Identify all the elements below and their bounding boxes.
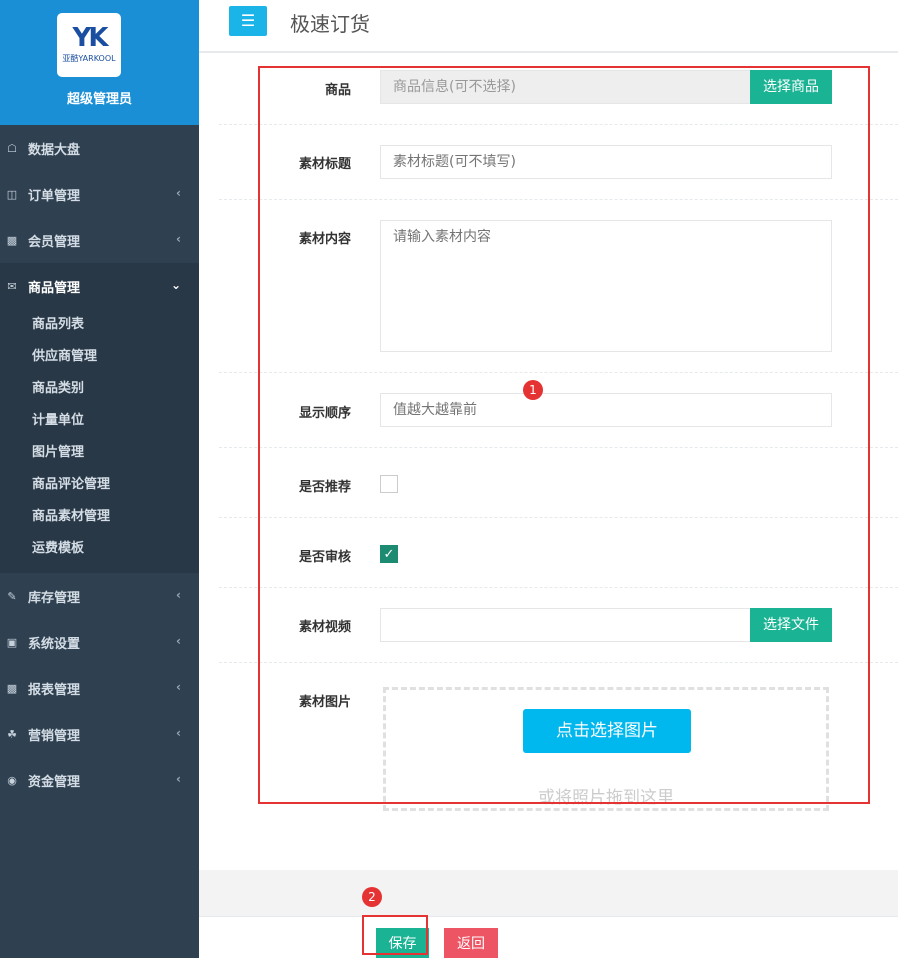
title-input[interactable] — [380, 145, 832, 179]
page-title: 极速订货 — [290, 12, 370, 36]
user-name[interactable]: 超级管理员 — [0, 88, 199, 107]
chevron-left-icon: ‹ — [176, 588, 181, 602]
form-row-content: 素材内容 — [219, 200, 898, 373]
save-button[interactable]: 保存 — [376, 928, 429, 958]
logo-mark: YK — [72, 23, 109, 53]
sidebar-item-dashboard[interactable]: ☖ 数据大盘 — [0, 125, 199, 171]
audit-label: 是否审核 — [298, 550, 351, 565]
submenu-item-shipping[interactable]: 运费模板 — [0, 533, 199, 565]
sidebar-item-settings[interactable]: ▣ 系统设置 ‹ — [0, 619, 199, 665]
recommend-checkbox[interactable] — [380, 475, 398, 493]
sidebar-item-members[interactable]: ▩ 会员管理 ‹ — [0, 217, 199, 263]
form-row-title: 素材标题 — [219, 125, 898, 200]
submenu-item-product-list[interactable]: 商品列表 — [0, 309, 199, 341]
video-input[interactable] — [380, 608, 751, 642]
audit-checkbox[interactable]: ✓ — [380, 545, 398, 563]
monitor-icon: ▣ — [6, 635, 18, 649]
order-label: 显示顺序 — [298, 406, 351, 421]
submenu-item-reviews[interactable]: 商品评论管理 — [0, 469, 199, 501]
cutlery-icon: ☘ — [7, 727, 17, 741]
sidebar-item-label: 营销管理 — [28, 728, 81, 744]
edit-icon: ✎ — [7, 589, 17, 603]
drop-hint: 或将照片拖到这里 — [538, 788, 674, 808]
form-row-video: 素材视频 选择文件 — [219, 588, 898, 663]
product-label: 商品 — [324, 83, 351, 98]
select-product-button[interactable]: 选择商品 — [750, 70, 832, 104]
form-row-product: 商品 商品信息(可不选择) 选择商品 — [219, 55, 898, 125]
annotation-badge-2: 2 — [362, 887, 382, 907]
recommend-label: 是否推荐 — [298, 480, 351, 495]
chevron-left-icon: ‹ — [176, 634, 181, 648]
top-bar: ☰ 极速订货 — [199, 0, 898, 53]
submenu-item-images[interactable]: 图片管理 — [0, 437, 199, 469]
submenu-item-materials[interactable]: 商品素材管理 — [0, 501, 199, 533]
submenu-item-categories[interactable]: 商品类别 — [0, 373, 199, 405]
sidebar-item-marketing[interactable]: ☘ 营销管理 ‹ — [0, 711, 199, 757]
sidebar-item-inventory[interactable]: ✎ 库存管理 ‹ — [0, 573, 199, 619]
sidebar-item-label: 数据大盘 — [28, 142, 81, 158]
annotation-badge-1: 1 — [523, 380, 543, 400]
chevron-left-icon: ‹ — [176, 680, 181, 694]
image-dropzone[interactable]: 点击选择图片 或将照片拖到这里 — [383, 687, 829, 811]
content-label: 素材内容 — [298, 232, 351, 247]
product-input[interactable]: 商品信息(可不选择) — [380, 70, 751, 104]
sidebar-item-finance[interactable]: ◉ 资金管理 ‹ — [0, 757, 199, 803]
checkmark-icon: ✓ — [383, 547, 395, 562]
sidebar-item-label: 资金管理 — [28, 774, 81, 790]
form-row-recommend: 是否推荐 — [219, 448, 898, 518]
sidebar-item-orders[interactable]: ◫ 订单管理 ‹ — [0, 171, 199, 217]
bar-chart-icon: ▩ — [6, 681, 18, 695]
submenu-item-units[interactable]: 计量单位 — [0, 405, 199, 437]
member-chart-icon: ▩ — [6, 233, 18, 247]
envelope-icon: ✉ — [7, 279, 17, 293]
brand-logo: YK 亚酷YARKOOL — [57, 13, 121, 77]
sidebar-nav: ☖ 数据大盘 ◫ 订单管理 ‹ ▩ 会员管理 ‹ ✉ 商品管理 ⌄ 商品列表 供… — [0, 125, 199, 803]
content-textarea[interactable] — [380, 220, 832, 352]
chevron-left-icon: ‹ — [176, 186, 181, 200]
logo-subtext: 亚酷YARKOOL — [62, 54, 116, 63]
footer-band — [199, 870, 898, 917]
chevron-left-icon: ‹ — [176, 726, 181, 740]
form-row-audit: 是否审核 ✓ — [219, 518, 898, 588]
profile-header: YK 亚酷YARKOOL 超级管理员 — [0, 0, 199, 125]
sidebar-item-label: 会员管理 — [28, 234, 81, 250]
title-label: 素材标题 — [298, 157, 351, 172]
sidebar-item-label: 系统设置 — [28, 636, 81, 652]
video-label: 素材视频 — [298, 620, 351, 635]
sidebar-item-products[interactable]: ✉ 商品管理 ⌄ — [0, 263, 199, 309]
money-icon: ◉ — [7, 773, 17, 787]
submenu-item-suppliers[interactable]: 供应商管理 — [0, 341, 199, 373]
material-form: 商品 商品信息(可不选择) 选择商品 素材标题 素材内容 显示顺序 是否推荐 是… — [199, 55, 898, 870]
sidebar: YK 亚酷YARKOOL 超级管理员 ☖ 数据大盘 ◫ 订单管理 ‹ ▩ 会员管… — [0, 0, 199, 958]
images-label: 素材图片 — [298, 695, 351, 710]
order-icon: ◫ — [6, 187, 18, 201]
chevron-down-icon: ⌄ — [170, 278, 181, 292]
form-row-order: 显示顺序 — [219, 373, 898, 448]
order-input[interactable] — [380, 393, 832, 427]
sidebar-item-label: 订单管理 — [28, 188, 81, 204]
select-file-button[interactable]: 选择文件 — [750, 608, 832, 642]
home-icon: ☖ — [7, 141, 17, 155]
sidebar-item-label: 报表管理 — [28, 682, 81, 698]
choose-image-button[interactable]: 点击选择图片 — [523, 709, 691, 753]
chevron-left-icon: ‹ — [176, 232, 181, 246]
products-submenu: 商品列表 供应商管理 商品类别 计量单位 图片管理 商品评论管理 商品素材管理 … — [0, 309, 199, 573]
sidebar-item-label: 库存管理 — [28, 590, 81, 606]
sidebar-item-reports[interactable]: ▩ 报表管理 ‹ — [0, 665, 199, 711]
menu-toggle-button[interactable]: ☰ — [229, 6, 267, 36]
sidebar-item-label: 商品管理 — [28, 280, 81, 296]
back-button[interactable]: 返回 — [444, 928, 498, 958]
chevron-left-icon: ‹ — [176, 772, 181, 786]
hamburger-icon: ☰ — [240, 11, 256, 30]
